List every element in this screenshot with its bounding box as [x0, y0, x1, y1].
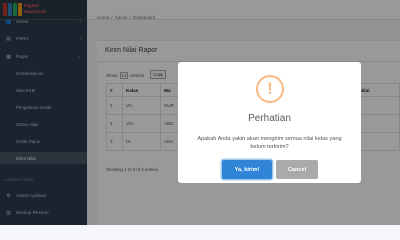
cancel-button[interactable]: Cancel — [276, 160, 318, 179]
dialog-message: Apakah Anda yakin akan mengirim semua ni… — [197, 136, 342, 150]
confirm-dialog: ! Perhatian Apakah Anda yakin akan mengi… — [178, 62, 361, 183]
confirm-button[interactable]: Ya, kirim! — [222, 160, 272, 179]
dialog-title: Perhatian — [248, 113, 291, 124]
exclamation-icon: ! — [256, 75, 284, 103]
